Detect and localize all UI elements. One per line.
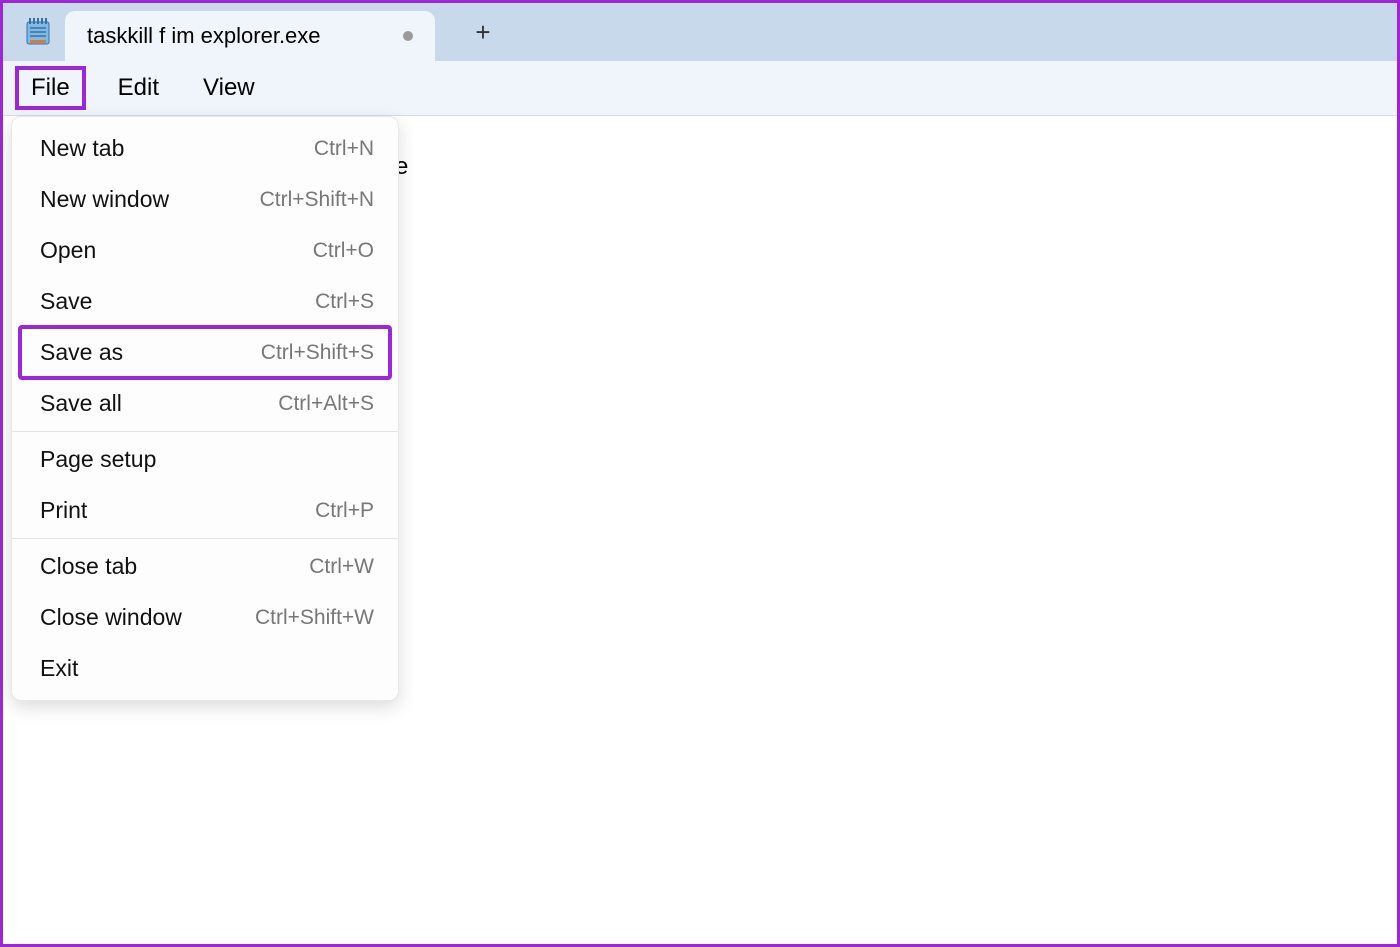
- menu-item-label: Exit: [40, 655, 78, 682]
- menu-item-shortcut: Ctrl+Shift+S: [261, 341, 374, 365]
- unsaved-indicator-icon: [403, 31, 413, 41]
- menu-item-label: Open: [40, 237, 96, 264]
- menu-bar: File Edit View: [3, 61, 1397, 116]
- menu-item-label: Save all: [40, 390, 122, 417]
- menu-item-shortcut: Ctrl+N: [314, 137, 374, 161]
- menu-item-save[interactable]: Save Ctrl+S: [12, 276, 398, 327]
- menu-item-close-window[interactable]: Close window Ctrl+Shift+W: [12, 592, 398, 643]
- menu-item-save-as[interactable]: Save as Ctrl+Shift+S: [20, 327, 390, 378]
- plus-icon: +: [475, 17, 490, 48]
- menu-item-label: Save: [40, 288, 92, 315]
- menu-item-shortcut: Ctrl+Shift+W: [255, 606, 374, 630]
- new-tab-button[interactable]: +: [461, 10, 505, 54]
- menu-item-label: Print: [40, 497, 87, 524]
- menu-item-shortcut: Ctrl+Shift+N: [260, 188, 374, 212]
- menu-item-shortcut: Ctrl+Alt+S: [278, 392, 374, 416]
- notepad-icon: [25, 18, 51, 46]
- menu-item-label: New tab: [40, 135, 124, 162]
- menu-separator: [12, 538, 398, 539]
- tab-title: taskkill f im explorer.exe: [87, 23, 385, 49]
- menu-item-shortcut: Ctrl+P: [315, 499, 374, 523]
- menu-item-label: Close window: [40, 604, 182, 631]
- menu-item-print[interactable]: Print Ctrl+P: [12, 485, 398, 536]
- menu-edit[interactable]: Edit: [96, 68, 181, 108]
- menu-item-label: New window: [40, 186, 169, 213]
- menu-item-shortcut: Ctrl+S: [315, 290, 374, 314]
- menu-item-exit[interactable]: Exit: [12, 643, 398, 694]
- menu-item-page-setup[interactable]: Page setup: [12, 434, 398, 485]
- menu-item-close-tab[interactable]: Close tab Ctrl+W: [12, 541, 398, 592]
- tab-bar: taskkill f im explorer.exe +: [3, 3, 1397, 61]
- menu-view[interactable]: View: [181, 68, 277, 108]
- menu-item-open[interactable]: Open Ctrl+O: [12, 225, 398, 276]
- menu-separator: [12, 431, 398, 432]
- menu-item-shortcut: Ctrl+O: [313, 239, 374, 263]
- menu-item-label: Close tab: [40, 553, 137, 580]
- menu-item-new-tab[interactable]: New tab Ctrl+N: [12, 123, 398, 174]
- menu-item-new-window[interactable]: New window Ctrl+Shift+N: [12, 174, 398, 225]
- menu-item-label: Page setup: [40, 446, 156, 473]
- file-menu-dropdown: New tab Ctrl+N New window Ctrl+Shift+N O…: [11, 116, 399, 701]
- menu-item-shortcut: Ctrl+W: [309, 555, 374, 579]
- menu-file[interactable]: File: [15, 66, 86, 110]
- tab-active[interactable]: taskkill f im explorer.exe: [65, 11, 435, 61]
- menu-item-label: Save as: [40, 339, 123, 366]
- menu-item-save-all[interactable]: Save all Ctrl+Alt+S: [12, 378, 398, 429]
